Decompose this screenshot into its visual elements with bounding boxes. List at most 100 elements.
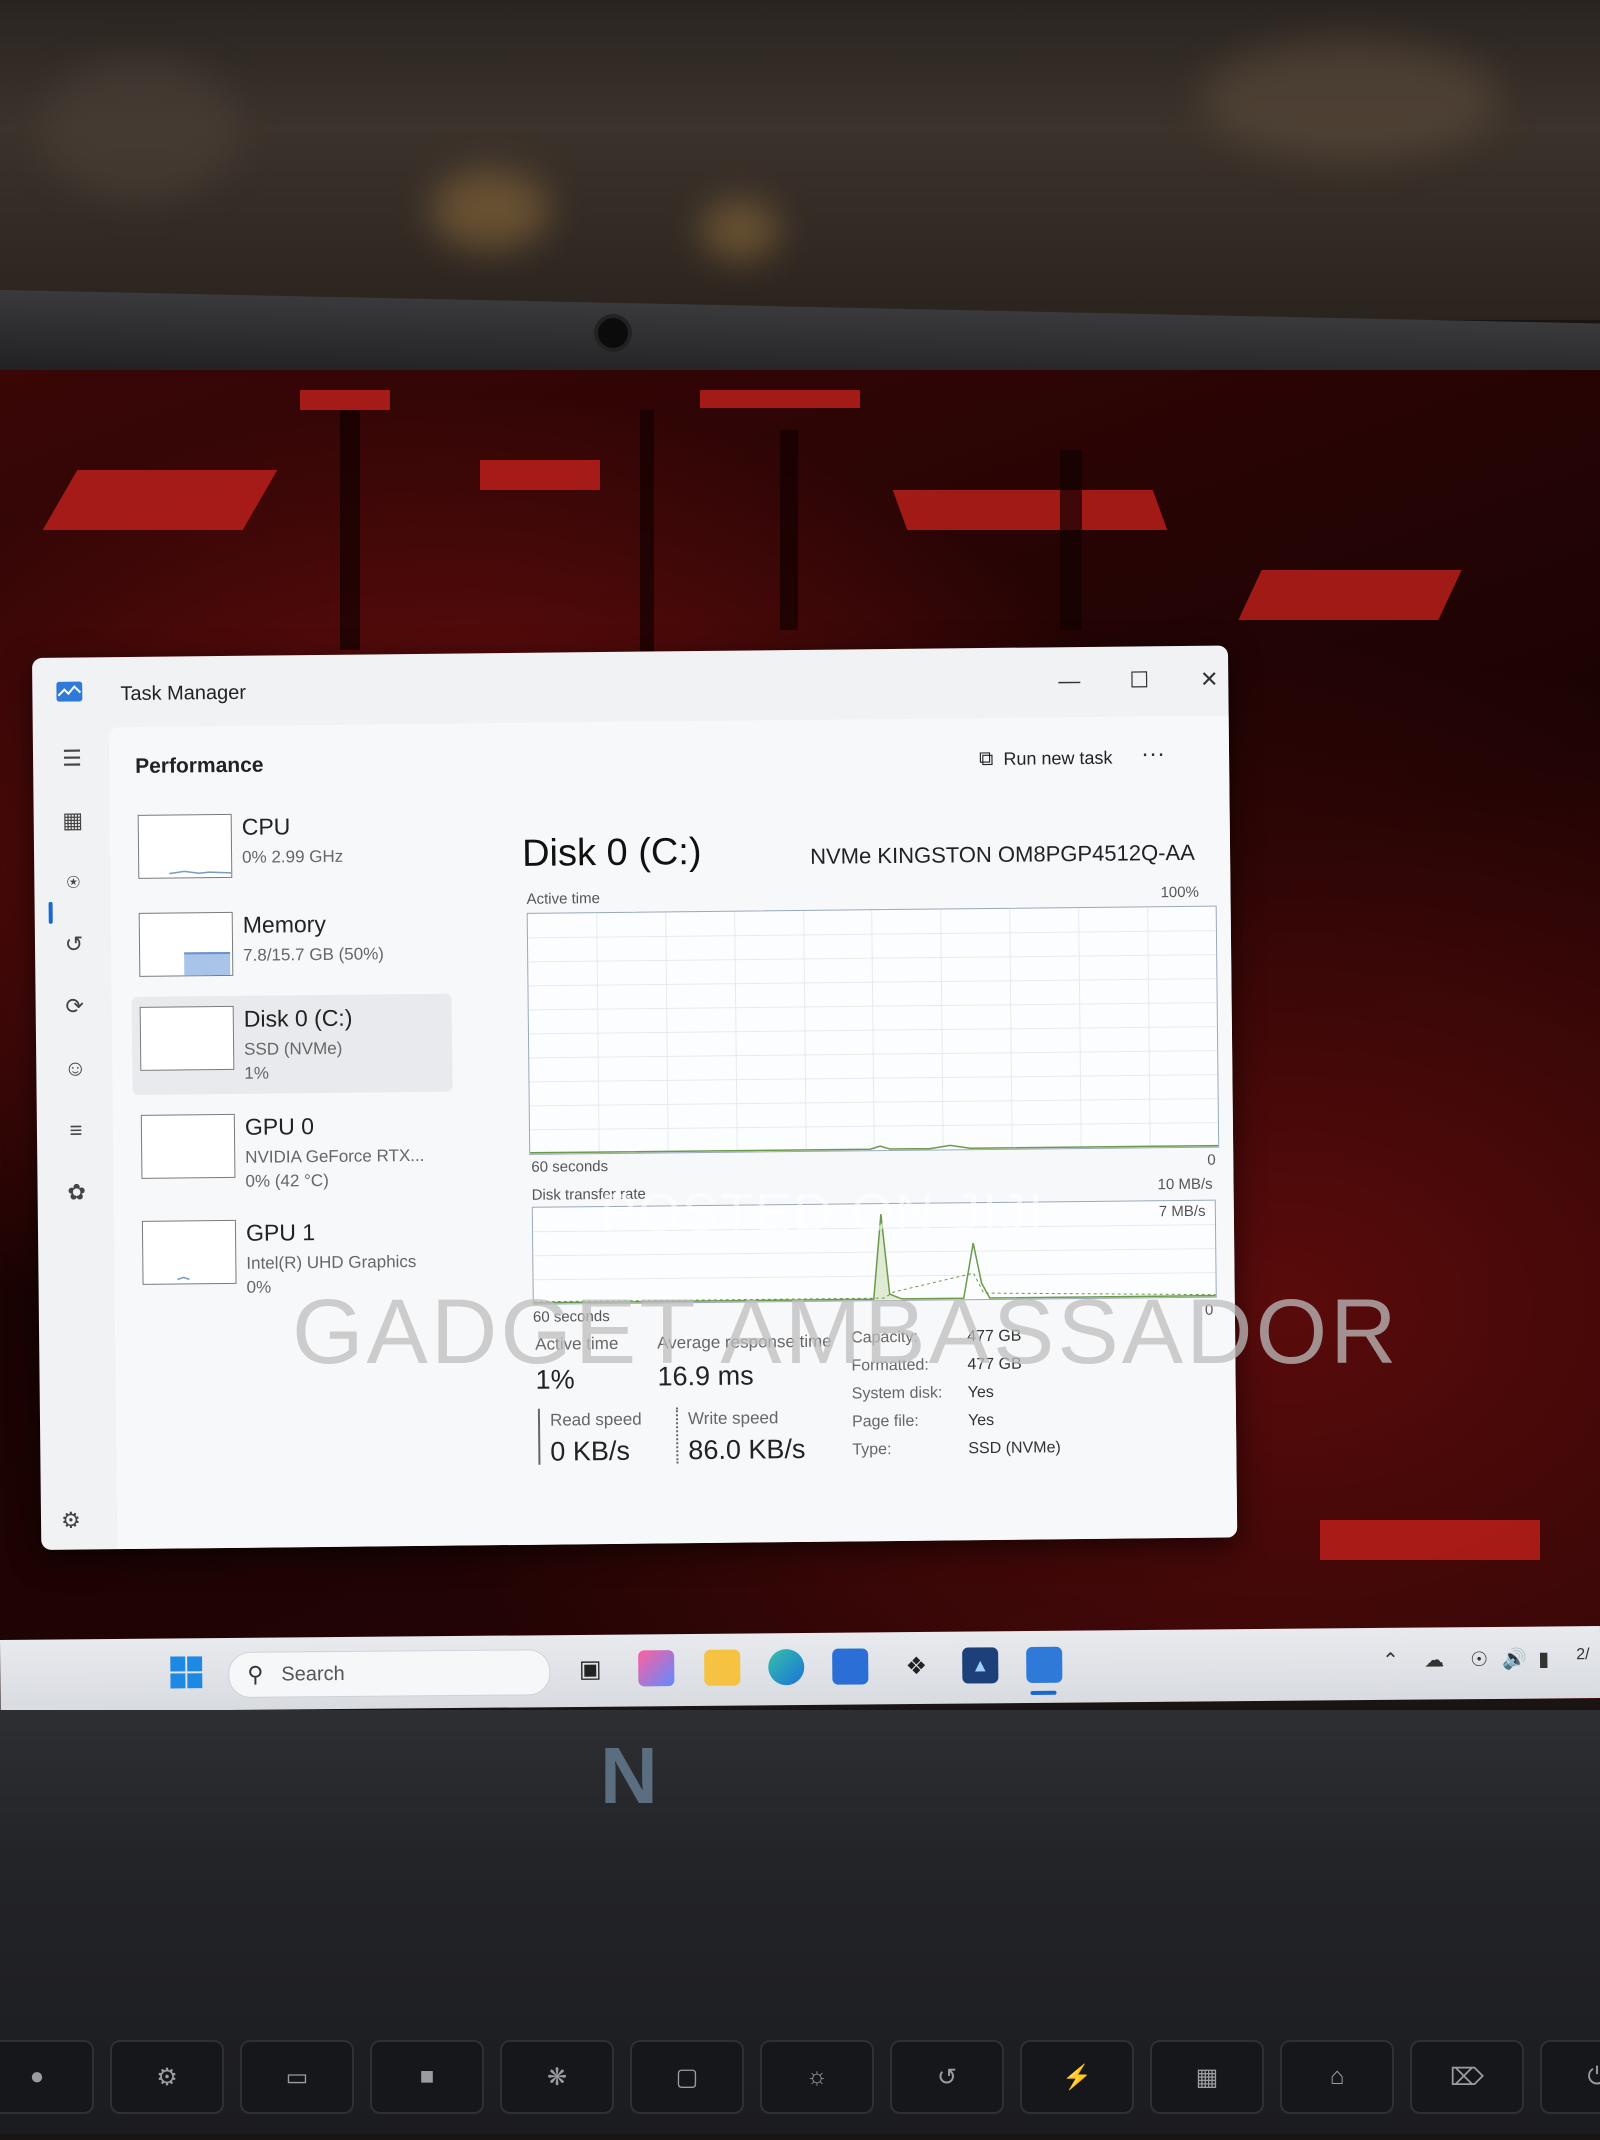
prop-value: Yes [967, 1383, 994, 1402]
read-speed-label: Read speed [549, 1409, 642, 1430]
memory-thumbnail-graph [138, 911, 234, 977]
prop-key: Page file: [851, 1412, 919, 1431]
store-icon[interactable] [832, 1648, 869, 1685]
transfer-graph-max: 10 MB/s [1157, 1175, 1213, 1194]
background-room [0, 0, 1600, 320]
key-insert[interactable]: ⌂ [1280, 2040, 1394, 2114]
key-fn-sleep[interactable]: ● [0, 2040, 94, 2114]
device-item-memory[interactable]: Memory 7.8/15.7 GB (50%) [131, 900, 452, 1001]
active-time-graph-max: 100% [1160, 883, 1199, 902]
close-button[interactable]: ✕ [1184, 657, 1234, 702]
key-delete[interactable]: ⌦ [1410, 2040, 1524, 2114]
key-prtsc[interactable]: ▦ [1150, 2040, 1264, 2114]
copilot-icon[interactable] [638, 1650, 675, 1687]
device-name: Memory [242, 910, 326, 938]
task-manager-taskbar-icon[interactable] [1026, 1646, 1063, 1684]
gpu1-thumbnail-graph [141, 1219, 237, 1285]
write-speed-value: 86.0 KB/s [688, 1433, 806, 1466]
performance-pane: Performance ⧉ Run new task ··· CPU 0% 2.… [108, 715, 1238, 1550]
device-item-cpu[interactable]: CPU 0% 2.99 GHz [130, 802, 451, 903]
device-name: CPU [241, 813, 291, 840]
file-explorer-icon[interactable] [704, 1649, 741, 1686]
dropbox-icon[interactable]: ❖ [898, 1648, 934, 1684]
disk-model-name: NVMe KINGSTON OM8PGP4512Q-AA [809, 839, 1195, 869]
device-model: NVIDIA GeForce RTX... [245, 1145, 425, 1167]
volume-icon[interactable]: 🔊 [1502, 1647, 1527, 1672]
details-icon[interactable]: ≡ [63, 1117, 89, 1143]
key-fn-settings[interactable]: ⚙ [110, 2040, 224, 2114]
search-placeholder: Search [281, 1662, 345, 1686]
device-item-gpu-0[interactable]: GPU 0 NVIDIA GeForce RTX... 0% (42 °C) [133, 1102, 454, 1203]
settings-gear-icon[interactable]: ⚙ [61, 1508, 81, 1534]
more-options-button[interactable]: ··· [1141, 740, 1165, 768]
detail-title: Disk 0 (C:) [521, 831, 702, 875]
edge-browser-icon[interactable] [768, 1648, 805, 1686]
device-item-disk-0[interactable]: Disk 0 (C:) SSD (NVMe) 1% [131, 993, 453, 1095]
window-title: Task Manager [120, 681, 247, 706]
disk-thumbnail-graph [139, 1005, 235, 1071]
device-stats: 7.8/15.7 GB (50%) [243, 944, 385, 965]
write-speed-label: Write speed [687, 1408, 779, 1429]
title-bar: Task Manager — ☐ ✕ [32, 645, 1229, 728]
device-stats: SSD (NVMe) 1% [244, 1037, 343, 1086]
task-manager-app-icon [56, 681, 83, 702]
keyboard-function-row: ● ⚙ ▭ ■ ❋ ▢ ☼ ↺ ⚡ ▦ ⌂ ⌦ ⏻ [0, 2040, 1600, 2140]
watermark-line-2: GADGET AMBASSADOR [292, 1281, 1400, 1383]
performance-icon[interactable]: ⍟ [60, 869, 86, 895]
clock-text[interactable]: 2/ [1576, 1646, 1590, 1664]
watermark-line-1: POSTED ON JIJI [600, 1183, 1046, 1243]
key-fn-display[interactable]: ▭ [240, 2040, 354, 2114]
minimize-button[interactable]: — [1044, 659, 1094, 704]
key-fn-fan[interactable]: ↺ [890, 2040, 1004, 2114]
page-title: Performance [135, 753, 264, 778]
task-view-icon[interactable]: ▣ [572, 1651, 608, 1687]
key-fn-brightness[interactable]: ❋ [500, 2040, 614, 2114]
search-icon: ⚲ [247, 1661, 264, 1687]
run-task-icon: ⧉ [978, 747, 994, 771]
active-time-graph [526, 905, 1220, 1155]
nitro-sense-icon[interactable]: ▲ [962, 1647, 999, 1684]
chevron-up-icon[interactable]: ⌃ [1382, 1648, 1399, 1673]
active-time-plot [527, 907, 1219, 1154]
maximize-button[interactable]: ☐ [1114, 658, 1164, 703]
run-new-task-label: Run new task [1003, 747, 1113, 769]
device-usage: 0% [246, 1277, 272, 1297]
transfer-graph-mid: 7 MB/s [1158, 1202, 1206, 1221]
minimize-icon: — [1058, 668, 1081, 694]
onedrive-icon[interactable]: ☁ [1424, 1647, 1444, 1672]
key-fn-turbo[interactable]: ⚡ [1020, 2040, 1134, 2114]
hamburger-menu-icon[interactable]: ☰ [59, 745, 85, 771]
users-icon[interactable]: ☺ [62, 1055, 88, 1081]
key-fn-touchpad[interactable]: ■ [370, 2040, 484, 2114]
key-fn-mute[interactable]: ▢ [630, 2040, 744, 2114]
battery-icon[interactable]: ▮ [1538, 1646, 1549, 1671]
gpu0-thumbnail-graph [140, 1113, 236, 1179]
device-stats: NVIDIA GeForce RTX... 0% (42 °C) [245, 1144, 425, 1194]
network-icon[interactable]: ☉ [1470, 1647, 1488, 1672]
prop-key: System disk: [851, 1384, 943, 1403]
app-history-icon[interactable]: ↺ [61, 931, 87, 957]
cpu-thumbnail-graph [137, 813, 233, 879]
run-new-task-button[interactable]: ⧉ Run new task [979, 747, 1113, 771]
services-icon[interactable]: ✿ [63, 1179, 89, 1205]
key-power[interactable]: ⏻ [1540, 2040, 1600, 2114]
start-button[interactable] [168, 1654, 204, 1690]
startup-apps-icon[interactable]: ⟳ [62, 993, 88, 1019]
navigation-rail: ☰ ▦ ⍟ ↺ ⟳ ☺ ≡ ✿ ⚙ [33, 727, 118, 1550]
task-manager-window: Task Manager — ☐ ✕ ☰ ▦ ⍟ ↺ ⟳ ☺ ≡ ✿ ⚙ Per… [32, 645, 1238, 1550]
read-speed-value: 0 KB/s [550, 1435, 631, 1467]
memory-usage-fill [184, 951, 231, 976]
prop-value: SSD (NVMe) [968, 1439, 1061, 1458]
device-model: Intel(R) UHD Graphics [246, 1252, 417, 1273]
webcam-icon [598, 318, 628, 348]
device-name: Disk 0 (C:) [243, 1004, 353, 1032]
processes-icon[interactable]: ▦ [60, 807, 86, 833]
graph1-x-right-label: 0 [1207, 1151, 1216, 1169]
taskbar-search[interactable]: ⚲ Search [228, 1649, 551, 1699]
device-name: GPU 0 [244, 1113, 315, 1140]
close-icon: ✕ [1199, 666, 1219, 692]
key-fn-keyboard-light[interactable]: ☼ [760, 2040, 874, 2114]
active-indicator [48, 901, 53, 924]
device-usage: 1% [244, 1063, 270, 1083]
brand-logo: N [600, 1731, 658, 1820]
